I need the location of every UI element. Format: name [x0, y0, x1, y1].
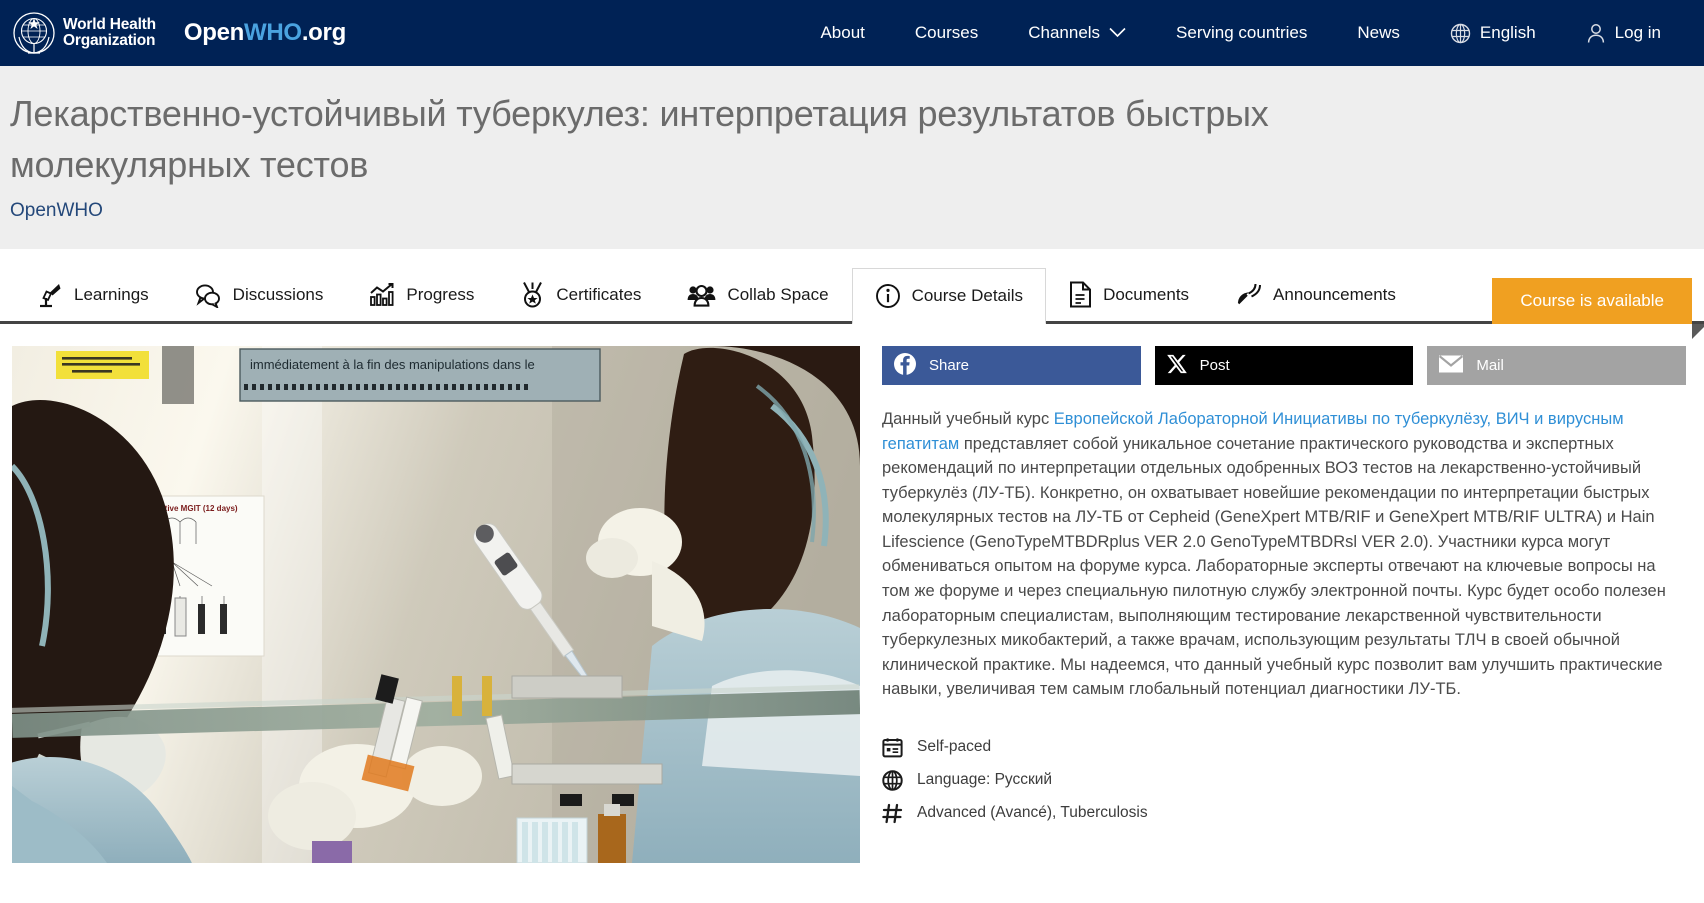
meta-tags: Advanced (Avancé), Tuberculosis	[882, 797, 1686, 830]
nav-channels[interactable]: Channels	[1003, 0, 1151, 66]
nav-courses-label: Courses	[914, 23, 979, 42]
x-logo-icon	[1166, 353, 1188, 379]
tab-course-details[interactable]: Course Details	[851, 268, 1047, 324]
tab-certificates[interactable]: Certificates	[497, 268, 664, 321]
meta-pace-label: Self-paced	[917, 738, 992, 756]
meta-language-label: Language: Русский	[917, 771, 1053, 789]
course-provider-link[interactable]: OpenWHO	[10, 200, 1694, 222]
tab-discussions[interactable]: Discussions	[172, 268, 347, 321]
course-availability-badge: Course is available	[1492, 278, 1704, 339]
brand-org: .org	[301, 19, 346, 46]
mail-icon	[1438, 354, 1464, 378]
nav-courses[interactable]: Courses	[890, 0, 1003, 66]
svg-text:...tive MGIT (12 days): ...tive MGIT (12 days)	[158, 504, 238, 513]
ribbon-fold	[1692, 324, 1704, 339]
who-logo[interactable]: World Health Organization	[12, 11, 156, 55]
tab-announcements[interactable]: Announcements	[1212, 268, 1419, 321]
brand-who: WHO	[244, 19, 302, 46]
tab-course-details-label: Course Details	[911, 286, 1024, 305]
nav-about-label: About	[820, 23, 865, 42]
who-line-2: Organization	[63, 32, 156, 49]
tab-documents-label: Documents	[1103, 284, 1190, 304]
nav-about[interactable]: About	[795, 0, 889, 66]
progress-icon	[369, 282, 395, 308]
mail-share-button[interactable]: Mail	[1427, 346, 1687, 385]
user-icon	[1586, 23, 1606, 44]
meta-language: Language: Русский	[882, 764, 1686, 797]
nav-serving-countries[interactable]: Serving countries	[1151, 0, 1332, 66]
description-part-2: представляет собой уникальное сочетание …	[882, 434, 1666, 699]
login-label: Log in	[1614, 23, 1661, 42]
globe-icon	[882, 770, 903, 791]
course-sidebar: Share Post Mail Данный учебный курс Евро…	[882, 346, 1690, 844]
tab-discussions-label: Discussions	[232, 284, 324, 304]
brand-open: Open	[183, 19, 245, 46]
course-tabs: Learnings Discussions Progress Certifica…	[0, 268, 1704, 324]
nav-news[interactable]: News	[1332, 0, 1425, 66]
x-post-label: Post	[1199, 357, 1230, 374]
language-label: English	[1479, 23, 1536, 42]
tab-learnings-label: Learnings	[74, 284, 149, 304]
globe-icon	[1450, 23, 1471, 44]
nav-news-label: News	[1357, 23, 1400, 42]
mail-share-label: Mail	[1476, 357, 1504, 374]
tab-collab-space[interactable]: Collab Space	[664, 268, 851, 321]
tab-collab-space-label: Collab Space	[727, 284, 829, 304]
calendar-icon	[882, 737, 903, 758]
facebook-share-button[interactable]: Share	[882, 346, 1141, 385]
megaphone-icon	[1235, 282, 1262, 308]
language-selector[interactable]: English	[1425, 0, 1561, 66]
tab-announcements-label: Announcements	[1273, 284, 1396, 304]
meta-pace: Self-paced	[882, 731, 1686, 764]
who-line-1: World Health	[63, 16, 156, 34]
openwho-logo[interactable]: OpenWHO.org	[184, 19, 346, 47]
tab-documents[interactable]: Documents	[1046, 268, 1212, 321]
course-cover-image: immédiatement à la fin des manipulations…	[12, 346, 860, 863]
facebook-share-label: Share	[929, 357, 970, 374]
discussions-icon	[195, 282, 222, 308]
who-wordmark: World Health Organization	[63, 17, 156, 49]
nav-serving-countries-label: Serving countries	[1176, 23, 1308, 42]
tab-learnings[interactable]: Learnings	[14, 268, 172, 321]
certificate-icon	[520, 281, 545, 308]
chevron-down-icon	[1109, 23, 1126, 43]
status-badge: Course is available	[1492, 278, 1692, 324]
brand[interactable]: World Health Organization OpenWHO.org	[12, 11, 346, 55]
tab-progress[interactable]: Progress	[346, 268, 497, 321]
tabbar-container: Learnings Discussions Progress Certifica…	[0, 249, 1704, 324]
course-header: Лекарственно-устойчивый туберкулез: инте…	[0, 66, 1704, 339]
course-meta-list: Self-paced Language: Русский Advanced (A…	[882, 731, 1686, 830]
page-title: Лекарственно-устойчивый туберкулез: инте…	[10, 93, 1269, 186]
social-share-row: Share Post Mail	[882, 346, 1687, 385]
x-post-button[interactable]: Post	[1154, 346, 1414, 385]
meta-tags-label: Advanced (Avancé), Tuberculosis	[917, 804, 1148, 822]
info-icon	[875, 283, 901, 309]
course-details-content: immédiatement à la fin des manipulations…	[0, 324, 1704, 863]
tab-progress-label: Progress	[406, 284, 475, 304]
main-nav-links: About Courses Channels Serving countries…	[795, 0, 1686, 66]
nav-channels-label: Channels	[1028, 23, 1101, 42]
who-emblem-icon	[12, 11, 56, 55]
facebook-icon	[893, 352, 917, 380]
tab-certificates-label: Certificates	[556, 284, 642, 304]
hash-icon	[882, 803, 903, 824]
document-icon	[1069, 281, 1092, 308]
people-icon	[687, 283, 716, 307]
svg-text:immédiatement à la fin des man: immédiatement à la fin des manipulations…	[250, 357, 535, 372]
description-part-1: Данный учебный курс	[882, 410, 1054, 428]
course-description: Данный учебный курс Европейской Лаборато…	[882, 407, 1686, 702]
login-button[interactable]: Log in	[1561, 0, 1686, 66]
top-navigation-bar: World Health Organization OpenWHO.org Ab…	[0, 0, 1704, 66]
learnings-icon	[37, 282, 63, 308]
